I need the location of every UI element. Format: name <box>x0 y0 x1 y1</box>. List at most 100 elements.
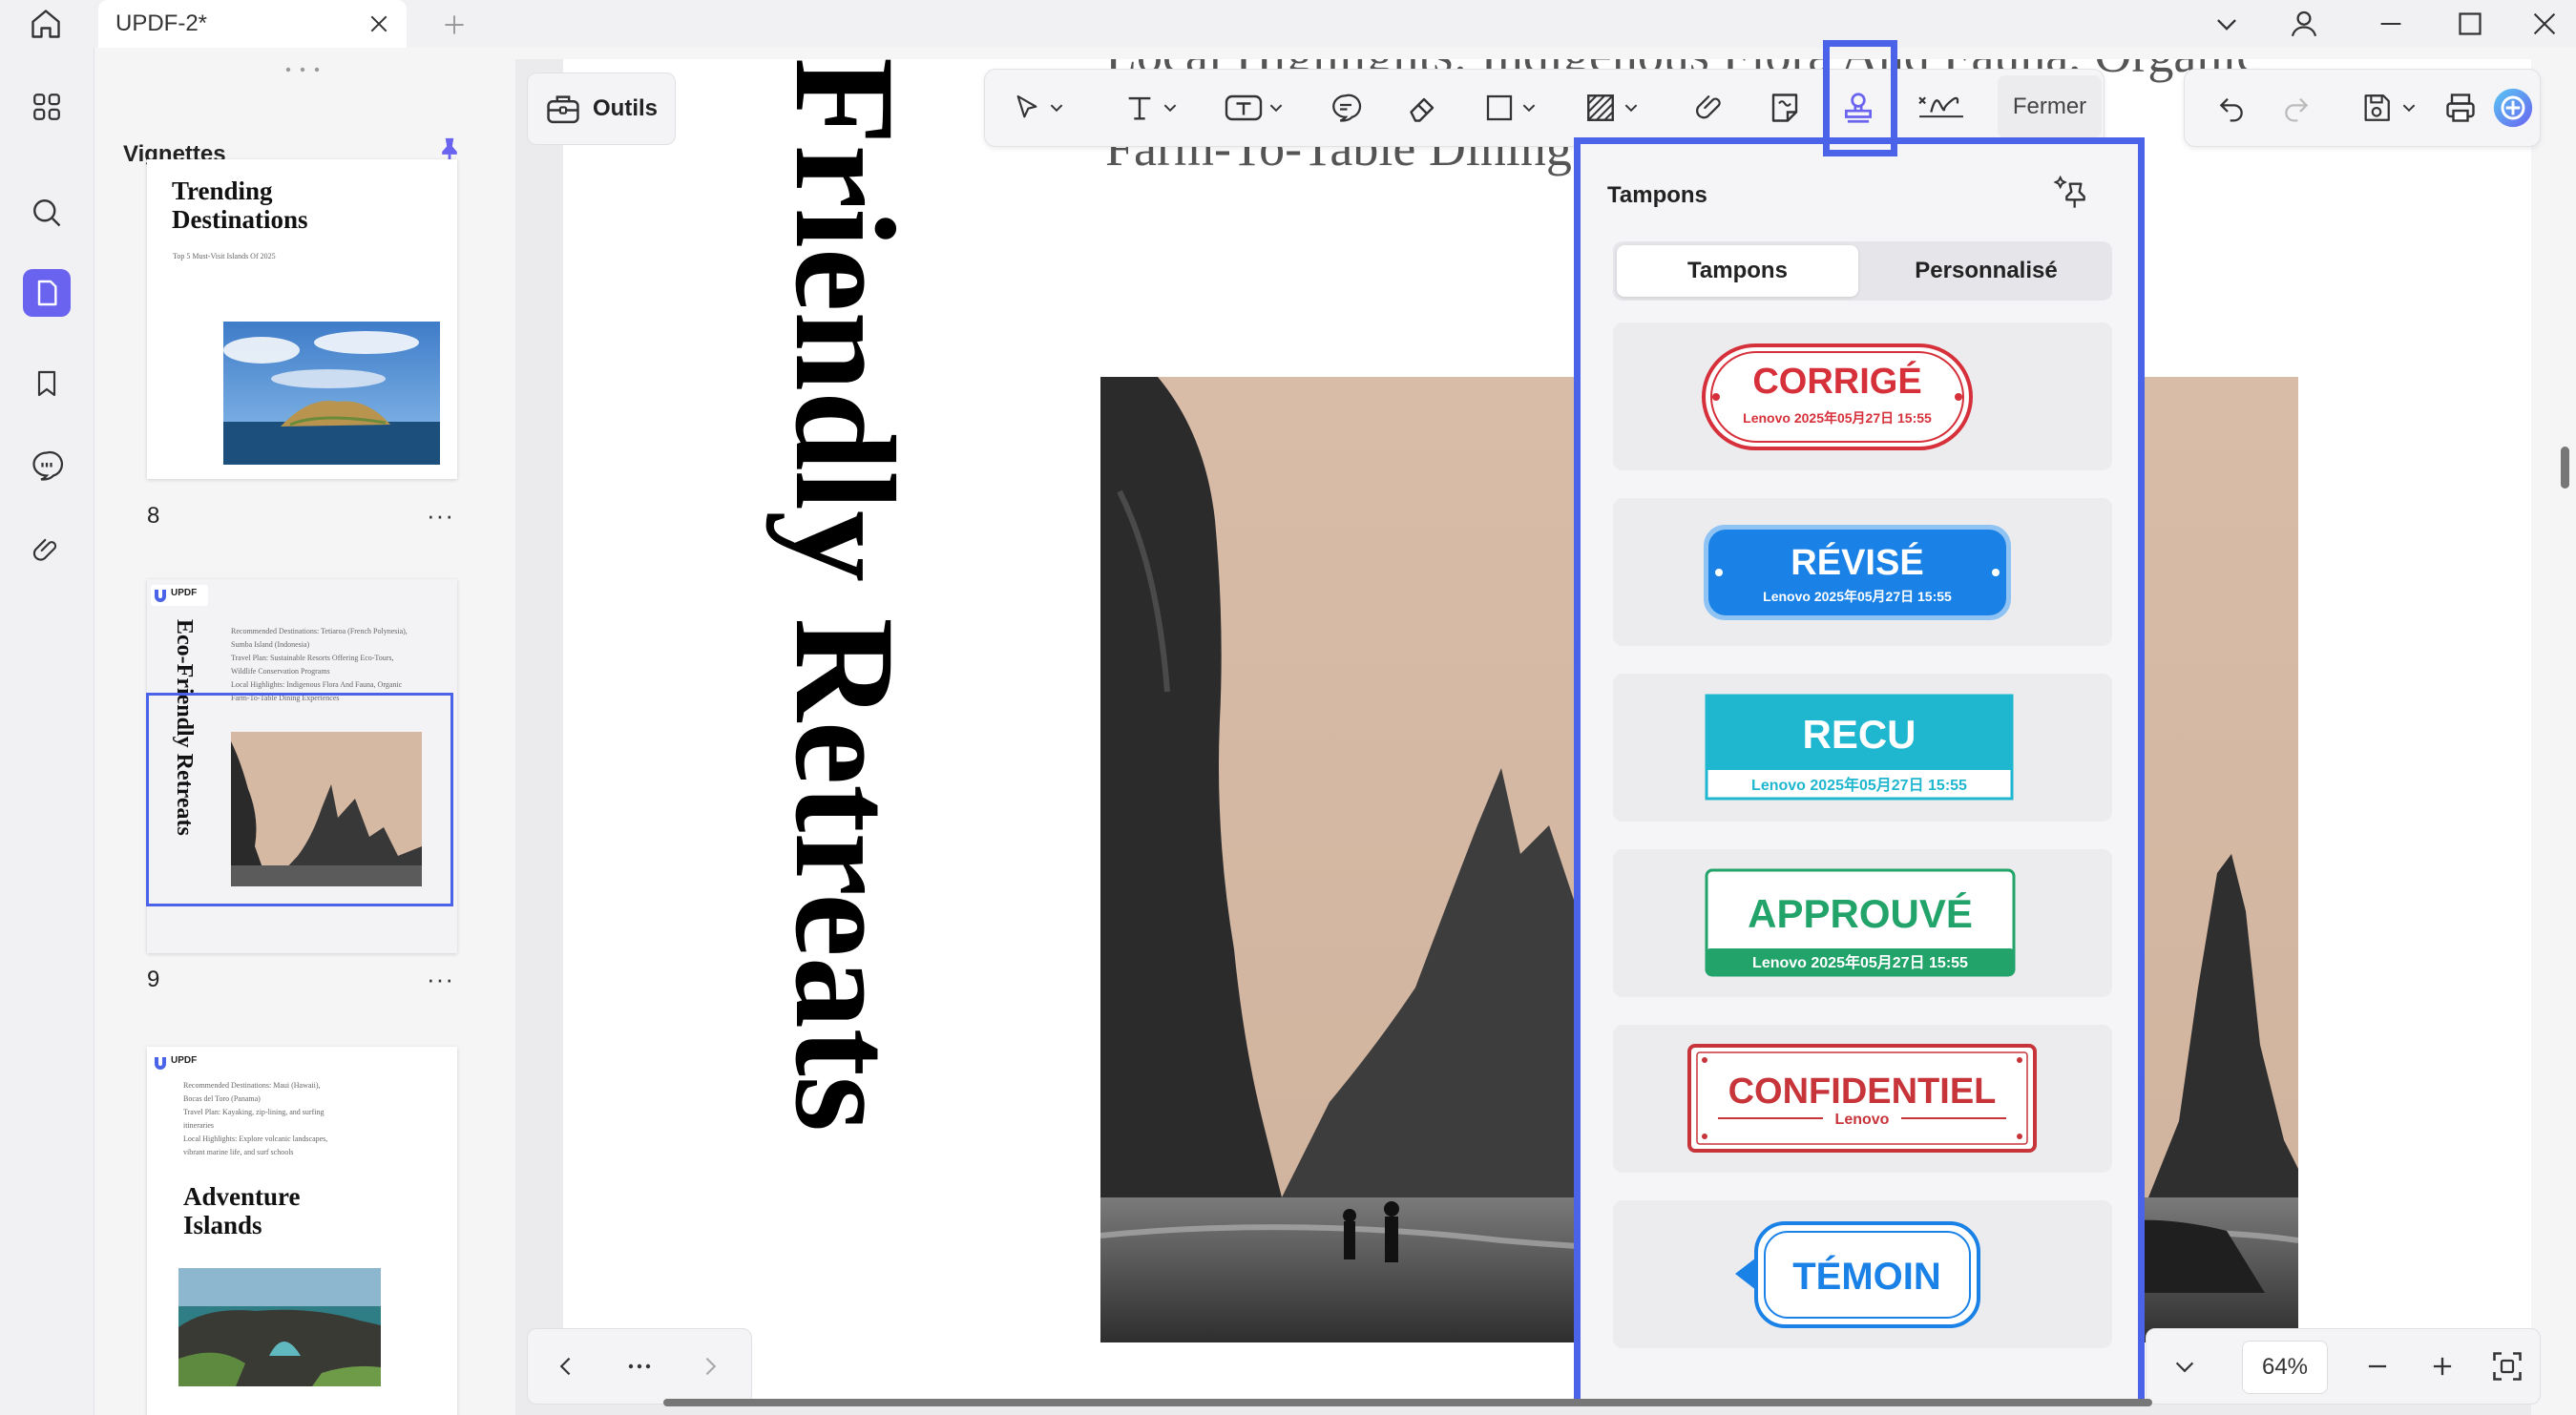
stamp-approuve[interactable]: APPROUVÉ Lenovo 2025年05月27日 15:55 <box>1613 849 2112 997</box>
close-window-button[interactable] <box>2516 0 2573 48</box>
thumb-title-line1: Adventure <box>183 1182 301 1211</box>
stamp-temoin-graphic: TÉMOIN <box>1735 1221 1980 1328</box>
stamp-confidentiel-graphic: CONFIDENTIEL Lenovo <box>1687 1044 2037 1153</box>
home-button[interactable] <box>21 0 71 48</box>
organize-pages-button[interactable] <box>23 83 71 131</box>
thumbnails-button[interactable] <box>23 269 71 317</box>
maximize-button[interactable] <box>2441 0 2499 48</box>
page-options-9[interactable]: ··· <box>427 965 454 994</box>
search-button[interactable] <box>23 189 71 237</box>
undo-button[interactable] <box>2204 70 2259 146</box>
left-icon-rail <box>0 48 94 1415</box>
chevron-down-icon <box>2175 1362 2194 1373</box>
drag-handle-icon[interactable] <box>285 67 320 73</box>
page-thumbnail-10[interactable]: UPDF Recommended Destinations: Maui (Haw… <box>147 1047 457 1415</box>
close-tab-button[interactable] <box>365 10 393 38</box>
attachment-tool[interactable] <box>1682 70 1739 146</box>
eraser-tool[interactable] <box>1395 70 1453 146</box>
fit-page-button[interactable] <box>2479 1329 2536 1404</box>
previous-page-button[interactable] <box>537 1329 595 1404</box>
page-options-8[interactable]: ··· <box>427 501 454 531</box>
minimize-icon <box>2380 22 2401 26</box>
zoom-in-button[interactable] <box>2416 1329 2469 1404</box>
more-dots-icon <box>628 1363 651 1369</box>
zoom-level-field[interactable]: 64% <box>2242 1341 2328 1394</box>
page-number-9: 9 <box>147 967 160 992</box>
thumb-title-line1: Trending <box>172 177 273 205</box>
stamp-tool-highlight <box>1823 40 1897 156</box>
svg-text:RECU: RECU <box>1802 712 1916 757</box>
stamp-type-tabs: Tampons Personnalisé <box>1613 241 2112 301</box>
plus-icon <box>2433 1357 2452 1376</box>
search-icon <box>33 199 61 227</box>
area-highlight-tool[interactable] <box>1573 70 1649 146</box>
annotation-toolbar: Fermer <box>984 69 2105 147</box>
page-number-8: 8 <box>147 503 160 529</box>
updf-logo: UPDF <box>151 585 208 606</box>
maximize-icon <box>2459 12 2482 35</box>
zoom-out-button[interactable] <box>2351 1329 2404 1404</box>
stamp-corrige[interactable]: CORRIGÉ Lenovo 2025年05月27日 15:55 <box>1613 323 2112 470</box>
comment-tool[interactable] <box>1317 70 1374 146</box>
chevron-down-icon[interactable] <box>1624 101 1638 114</box>
undo-icon <box>2219 97 2243 122</box>
stamp-revise[interactable]: RÉVISÉ Lenovo 2025年05月27日 15:55 <box>1613 498 2112 646</box>
eraser-icon <box>1410 97 1435 122</box>
tab-tampons[interactable]: Tampons <box>1617 245 1858 297</box>
shape-tool[interactable] <box>1472 70 1548 146</box>
ai-assistant-button[interactable] <box>2488 70 2538 146</box>
fit-screen-icon <box>2493 1352 2522 1381</box>
textbox-tool[interactable] <box>1214 70 1292 146</box>
svg-text:CORRIGÉ: CORRIGÉ <box>1752 360 1921 402</box>
paperclip-icon <box>1696 95 1721 119</box>
zoom-controls: 64% <box>2146 1328 2541 1405</box>
stamp-panel: Tampons Tampons Personnalisé CORRIGÉ Len… <box>1574 137 2145 1406</box>
minimize-button[interactable] <box>2362 0 2419 48</box>
stamp-settings-button[interactable] <box>2052 173 2094 211</box>
chevron-down-icon[interactable] <box>1163 101 1177 114</box>
sticky-note-tool[interactable] <box>1756 70 1813 146</box>
svg-text:Lenovo 2025年05月27日 15:55: Lenovo 2025年05月27日 15:55 <box>1752 953 1968 971</box>
save-button[interactable] <box>2345 70 2431 146</box>
save-icon <box>2364 94 2390 121</box>
minus-icon <box>2368 1364 2387 1368</box>
stamp-panel-title: Tampons <box>1607 182 1707 208</box>
ai-assistant-icon <box>2493 88 2533 128</box>
chevron-down-icon[interactable] <box>1050 101 1063 114</box>
account-button[interactable] <box>2275 0 2333 48</box>
close-icon <box>2533 12 2556 35</box>
chevron-down-icon[interactable] <box>1522 101 1536 114</box>
print-button[interactable] <box>2433 70 2488 146</box>
tools-button[interactable]: Outils <box>527 73 676 145</box>
new-tab-button[interactable] <box>437 8 471 42</box>
stamp-temoin[interactable]: TÉMOIN <box>1613 1200 2112 1348</box>
page-navigation-more-button[interactable] <box>609 1329 670 1404</box>
signature-tool[interactable] <box>1903 70 1979 146</box>
horizontal-scrollbar-thumb[interactable] <box>663 1399 2152 1406</box>
view-mode-dropdown[interactable] <box>2156 1329 2213 1404</box>
chevron-down-icon[interactable] <box>2402 101 2416 114</box>
comments-button[interactable] <box>23 442 71 489</box>
vertical-scrollbar-thumb[interactable] <box>2561 447 2569 489</box>
island-photo <box>223 322 440 465</box>
attachments-button[interactable] <box>23 527 71 574</box>
redo-button[interactable] <box>2269 70 2324 146</box>
tab-personnalise[interactable]: Personnalisé <box>1863 241 2109 301</box>
next-page-button[interactable] <box>681 1329 740 1404</box>
comment-bubble-icon <box>1332 94 1362 122</box>
bookmarks-button[interactable] <box>23 360 71 407</box>
document-tab[interactable]: UPDF-2* <box>98 0 407 48</box>
tabs-dropdown-button[interactable] <box>2198 0 2255 48</box>
document-page[interactable]: Local Highlights: Indigenous Flora And F… <box>563 59 2531 1405</box>
grid-icon <box>33 94 60 120</box>
chevron-down-icon[interactable] <box>1269 101 1283 114</box>
text-tool[interactable] <box>1115 70 1185 146</box>
stamp-recu[interactable]: RECU Lenovo 2025年05月27日 15:55 <box>1613 674 2112 822</box>
chevron-down-icon <box>2217 19 2236 31</box>
page-thumbnail-8[interactable]: Trending Destinations Top 5 Must-Visit I… <box>147 159 457 479</box>
svg-text:Lenovo 2025年05月27日 15:55: Lenovo 2025年05月27日 15:55 <box>1751 776 1967 794</box>
close-toolbar-button[interactable]: Fermer <box>1998 75 2102 138</box>
printer-icon <box>2446 94 2475 122</box>
select-tool[interactable] <box>1004 70 1071 146</box>
stamp-confidentiel[interactable]: CONFIDENTIEL Lenovo <box>1613 1025 2112 1173</box>
